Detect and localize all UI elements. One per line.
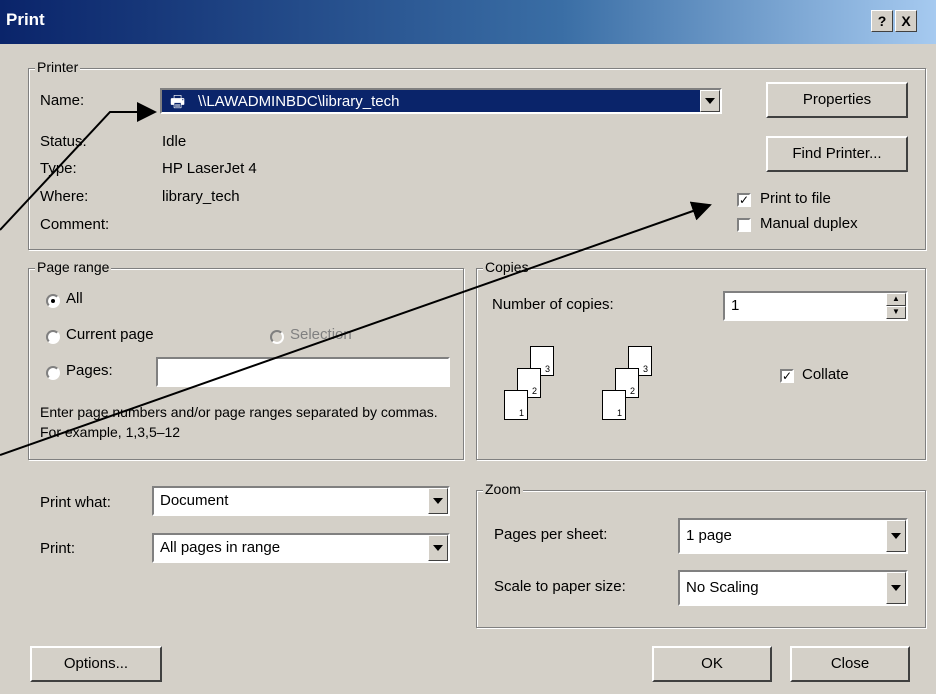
annotation-arrow	[0, 102, 157, 231]
annotation-arrow	[0, 201, 712, 456]
annotation-arrows	[0, 102, 712, 456]
